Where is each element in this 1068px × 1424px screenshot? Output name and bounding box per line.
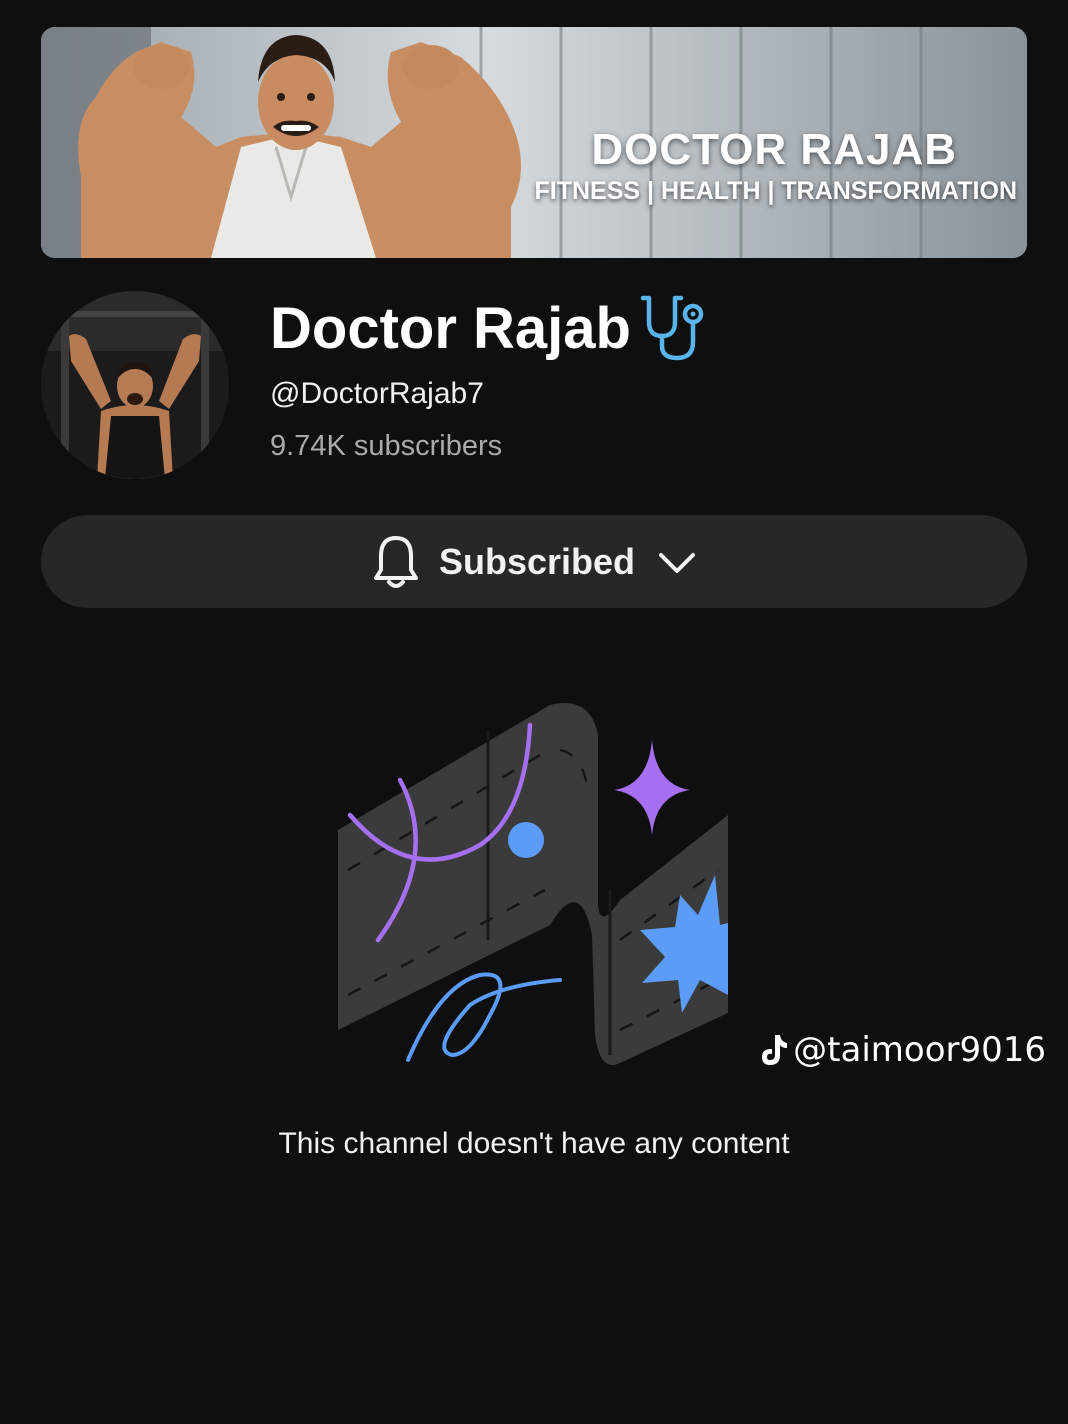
avatar-image [41, 291, 229, 479]
channel-banner: DOCTOR RAJAB FITNESS | HEALTH | TRANSFOR… [41, 27, 1027, 258]
banner-tagline: FITNESS | HEALTH | TRANSFORMATION [534, 177, 1017, 205]
channel-avatar[interactable] [41, 291, 229, 479]
tiktok-watermark: @taimoor9016 [759, 1030, 1046, 1070]
stethoscope-icon [640, 295, 704, 361]
empty-channel-illustration [338, 703, 728, 1066]
channel-name-text: Doctor Rajab [270, 295, 631, 361]
tiktok-icon [762, 1035, 788, 1065]
channel-name: Doctor Rajab [270, 292, 715, 364]
subscribed-label: Subscribed [438, 540, 636, 582]
watermark-text: @taimoor9016 [793, 1030, 1046, 1070]
subscriber-count: 9.74K subscribers [270, 430, 503, 462]
bell-icon [373, 535, 418, 588]
banner-title: DOCTOR RAJAB [591, 125, 957, 174]
empty-state-message: This channel doesn't have any content [278, 1127, 790, 1160]
chevron-down-icon [659, 552, 696, 573]
subscribed-button[interactable]: Subscribed [41, 515, 1027, 608]
channel-handle: @DoctorRajab7 [270, 377, 484, 410]
